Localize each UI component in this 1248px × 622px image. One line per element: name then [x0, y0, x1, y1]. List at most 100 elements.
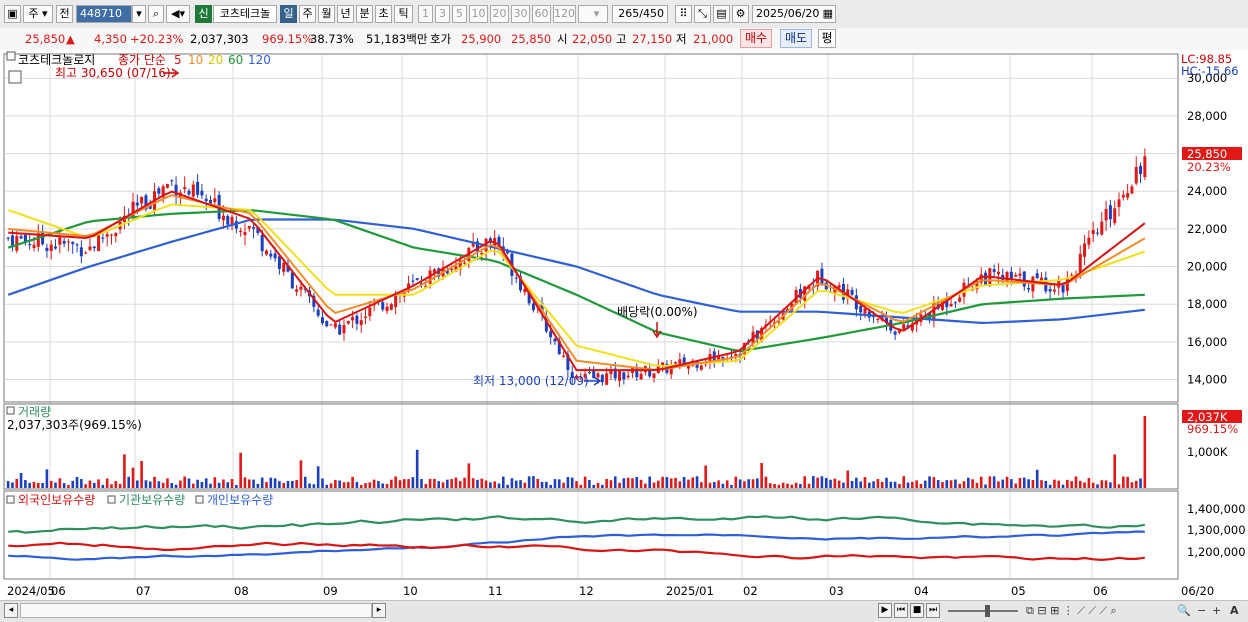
sound-icon[interactable]: ◀▾	[166, 5, 190, 23]
candle-body	[1018, 273, 1022, 276]
volume-bar	[824, 477, 828, 488]
scroll-right-button[interactable]: ▸	[372, 603, 386, 618]
interval-10[interactable]: 10	[469, 5, 488, 23]
period-second[interactable]: 초	[375, 5, 392, 23]
interval-5[interactable]: 5	[452, 5, 467, 23]
volume-bar	[157, 481, 161, 488]
volume-bar	[850, 481, 854, 488]
last-icon[interactable]: ⏭	[926, 603, 940, 618]
x-axis-label: 02	[743, 584, 758, 598]
volume-bar	[148, 481, 152, 488]
cursor-icon[interactable]: ⤡	[694, 5, 711, 23]
volume-bar	[579, 484, 583, 488]
period-year[interactable]: 년	[337, 5, 354, 23]
interval-dropdown[interactable]: ▾	[578, 5, 608, 23]
stock-chart[interactable]: 30,00028,00026,00024,00022,00020,00018,0…	[0, 50, 1248, 600]
volume-bar	[441, 482, 445, 488]
plus-icon[interactable]: +	[1212, 604, 1221, 618]
candle-body	[949, 303, 953, 307]
volume-bar	[799, 483, 802, 488]
table-icon[interactable]	[8, 70, 22, 84]
search-icon[interactable]: ⌕	[148, 5, 164, 23]
volume-bar	[790, 484, 794, 488]
volume-bar	[1083, 482, 1086, 488]
volume-bar	[975, 482, 979, 488]
gear-icon[interactable]: ⚙	[732, 5, 749, 23]
period-day[interactable]: 일	[280, 5, 297, 23]
volume-bar	[1066, 479, 1069, 488]
zoom-slider[interactable]	[948, 610, 1018, 612]
code-dropdown-icon[interactable]: ▾	[132, 5, 146, 23]
volume-bar	[381, 483, 385, 488]
volume-bar	[575, 481, 578, 488]
volume-bar	[101, 484, 105, 488]
scroll-left-button[interactable]: ◂	[4, 603, 18, 618]
ma-20-legend: 20	[208, 53, 223, 67]
volume-bar	[467, 463, 471, 488]
data-count[interactable]: 265/450	[612, 5, 668, 23]
volume-bar	[191, 483, 195, 488]
window-icon[interactable]: ▣	[4, 5, 21, 23]
volume-collapse-icon[interactable]	[6, 406, 15, 415]
layout-icon[interactable]: ⧉ ⊟ ⊞ ⋮ ⟋ ⟋ ⟋ ⌕	[1026, 604, 1117, 618]
save-icon[interactable]: ▤	[713, 5, 730, 23]
individual-legend: 개인보유수량	[207, 493, 273, 507]
market-select[interactable]: 주 ▾	[23, 5, 53, 23]
volume-bar	[97, 479, 100, 488]
volume-bar	[394, 476, 397, 488]
volume-bar	[497, 483, 501, 488]
sell-button[interactable]: 매도	[780, 29, 812, 48]
volume-bar	[631, 478, 634, 488]
candle-body	[165, 184, 169, 188]
candle-body	[463, 262, 467, 264]
volume-bar	[88, 480, 92, 488]
x-axis-label: 06	[1093, 584, 1108, 598]
volume-bar	[682, 476, 686, 488]
volume-bar	[536, 478, 540, 488]
volume-bar	[303, 476, 307, 488]
buy-button[interactable]: 매수	[740, 29, 772, 48]
panel-collapse-icon[interactable]	[6, 51, 16, 61]
interval-60[interactable]: 60	[532, 5, 551, 23]
grid-icon[interactable]: ⠿	[675, 5, 692, 23]
calendar-icon[interactable]: ▦	[823, 6, 833, 22]
holdings-collapse-icon[interactable]	[6, 495, 15, 504]
font-size-icon[interactable]: A	[1230, 604, 1239, 618]
volume-bar	[1117, 484, 1121, 488]
interval-20[interactable]: 20	[490, 5, 509, 23]
candle-body	[23, 234, 27, 242]
volume-bar	[592, 484, 596, 488]
interval-30[interactable]: 30	[511, 5, 530, 23]
interval-1[interactable]: 1	[418, 5, 433, 23]
date-input[interactable]: 2025/06/20 ▦	[752, 5, 836, 23]
stop-icon[interactable]: ■	[910, 603, 924, 618]
scrollbar-track[interactable]	[20, 603, 372, 618]
stock-code-input[interactable]: 448710	[76, 5, 132, 23]
candle-body	[109, 234, 113, 236]
volume-bar	[92, 482, 96, 488]
volume-bar	[144, 480, 148, 488]
volume-bar	[781, 482, 785, 488]
period-month[interactable]: 월	[318, 5, 335, 23]
period-minute[interactable]: 분	[356, 5, 373, 23]
period-tick[interactable]: 틱	[394, 5, 413, 23]
play-icon[interactable]: ▶	[878, 603, 892, 618]
candle-body	[273, 253, 277, 259]
prev-button[interactable]: 전	[56, 5, 73, 23]
zoom-in-icon[interactable]: 🔍	[1177, 604, 1191, 618]
volume-bar	[747, 479, 751, 488]
volume-bar	[493, 481, 496, 488]
volume-bar	[941, 482, 944, 488]
volume-bar	[222, 479, 225, 488]
eval-button[interactable]: 평	[818, 29, 836, 48]
interval-3[interactable]: 3	[435, 5, 450, 23]
volume-ratio: 969.15%	[262, 32, 314, 46]
zoom-slider-handle[interactable]	[985, 605, 990, 617]
volume-bar	[411, 477, 415, 488]
period-week[interactable]: 주	[299, 5, 316, 23]
first-icon[interactable]: ⏮	[894, 603, 908, 618]
minus-icon[interactable]: −	[1197, 604, 1206, 618]
interval-120[interactable]: 120	[553, 5, 576, 23]
volume-bar	[161, 482, 165, 488]
candle-body	[338, 324, 342, 335]
